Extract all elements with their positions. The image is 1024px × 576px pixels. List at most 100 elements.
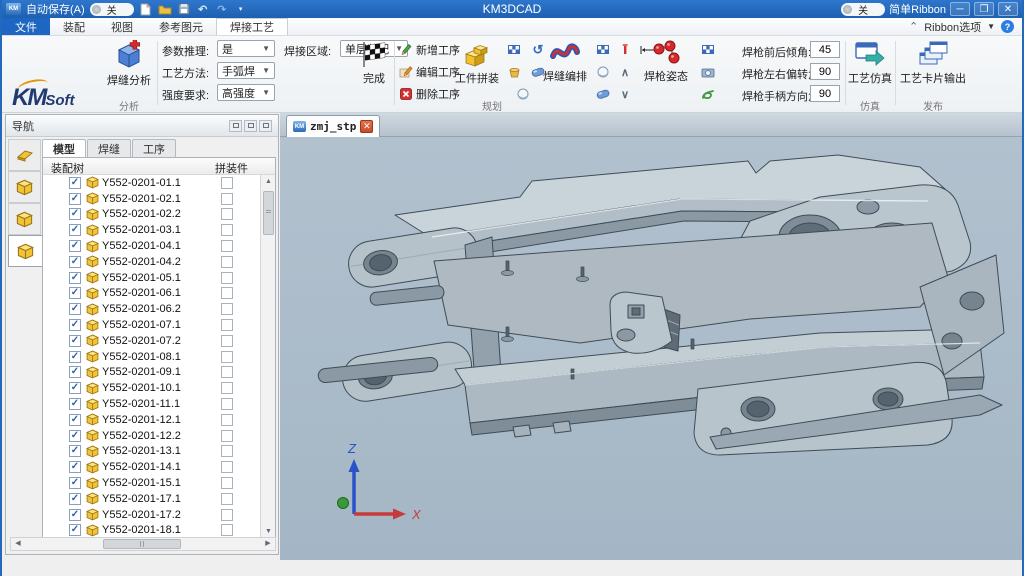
model-visible-checkbox[interactable]: ✓ (69, 366, 81, 378)
assembly-part-checkbox[interactable] (221, 256, 233, 268)
model-visible-checkbox[interactable]: ✓ (69, 256, 81, 268)
close-button[interactable]: ✕ (998, 2, 1018, 16)
tree-row[interactable]: ✓ Y552-0201-15.1 (43, 475, 261, 491)
assembly-part-checkbox[interactable] (221, 430, 233, 442)
model-visible-checkbox[interactable]: ✓ (69, 477, 81, 489)
assembly-part-checkbox[interactable] (221, 445, 233, 457)
assembly-part-checkbox[interactable] (221, 366, 233, 378)
scroll-right-icon[interactable]: ▶ (261, 538, 275, 550)
assembly-part-checkbox[interactable] (221, 493, 233, 505)
assembly-part-checkbox[interactable] (221, 524, 233, 536)
part-label[interactable]: Y552-0201-14.1 (102, 461, 181, 473)
red-pin-button[interactable] (616, 41, 634, 59)
torch-pose-button[interactable]: 焊枪姿态 (640, 40, 692, 84)
model-visible-checkbox[interactable]: ✓ (69, 351, 81, 363)
tree-row[interactable]: ✓Y552-0201-06.2 (43, 301, 261, 317)
model-visible-checkbox[interactable]: ✓ (69, 193, 81, 205)
close-document-icon[interactable]: ✕ (360, 120, 373, 133)
strip-cube-button[interactable] (8, 203, 41, 235)
model-visible-checkbox[interactable]: ✓ (69, 240, 81, 252)
scroll-left-icon[interactable]: ◀ (11, 538, 25, 550)
model-visible-checkbox[interactable]: ✓ (69, 509, 81, 521)
part-label[interactable]: Y552-0201-09.1 (102, 366, 181, 378)
horizontal-scroll-thumb[interactable] (103, 539, 181, 549)
chevron-down-icon[interactable]: ▼ (987, 22, 995, 31)
quick-access-more-icon[interactable]: ▾ (234, 3, 248, 16)
sphere-button[interactable] (594, 63, 612, 81)
tab-view[interactable]: 视图 (98, 18, 146, 35)
part-label[interactable]: Y552-0201-06.2 (102, 303, 181, 315)
mini-flag-button[interactable] (699, 41, 717, 59)
part-label[interactable]: Y552-0201-18.1 (102, 524, 181, 536)
tree-row[interactable]: ✓ Y552-0201-01.1 (43, 175, 261, 191)
scroll-up-icon[interactable]: ▲ (261, 175, 276, 189)
part-label[interactable]: Y552-0201-05.1 (102, 272, 181, 284)
horizontal-scrollbar[interactable]: ◀ ▶ (10, 537, 276, 551)
part-label[interactable]: Y552-0201-02.2 (102, 208, 181, 220)
tab-assembly[interactable]: 装配 (50, 18, 98, 35)
assembly-part-checkbox[interactable] (221, 272, 233, 284)
vertical-scrollbar[interactable]: ▲ ▼ (260, 175, 275, 538)
tab-reference[interactable]: 参考图元 (146, 18, 216, 35)
redo-icon[interactable]: ↷ (215, 3, 229, 16)
model-visible-checkbox[interactable]: ✓ (69, 461, 81, 473)
tree-row[interactable]: ✓Y552-0201-04.1 (43, 238, 261, 254)
assembly-part-checkbox[interactable] (221, 335, 233, 347)
assembly-part-checkbox[interactable] (221, 398, 233, 410)
assembly-part-checkbox[interactable] (221, 240, 233, 252)
tree-row[interactable]: ✓Y552-0201-11.1 (43, 396, 261, 412)
finish-button[interactable]: 完成 (357, 40, 391, 86)
model-visible-checkbox[interactable]: ✓ (69, 287, 81, 299)
model-visible-checkbox[interactable]: ✓ (69, 524, 81, 536)
part-label[interactable]: Y552-0201-15.1 (102, 477, 181, 489)
part-label[interactable]: Y552-0201-17.1 (102, 493, 181, 505)
document-tab[interactable]: KM zmj_stp ✕ (286, 115, 380, 137)
seam-arrange-button[interactable]: 焊缝编排 (539, 40, 591, 84)
assembly-part-checkbox[interactable] (221, 461, 233, 473)
camera-view-button[interactable] (699, 63, 717, 81)
param-method-select[interactable]: 手弧焊▼ (217, 62, 275, 79)
maximize-button[interactable]: ❐ (974, 2, 994, 16)
undo-icon[interactable]: ↶ (196, 3, 210, 16)
torch-yaw-input[interactable] (810, 63, 840, 80)
model-visible-checkbox[interactable]: ✓ (69, 319, 81, 331)
tab-welding-process[interactable]: 焊接工艺 (216, 18, 288, 35)
model-visible-checkbox[interactable]: ✓ (69, 177, 81, 189)
part-label[interactable]: Y552-0201-12.2 (102, 430, 181, 442)
tab-process[interactable]: 工序 (132, 139, 176, 157)
tree-row[interactable]: ✓Y552-0201-07.1 (43, 317, 261, 333)
assembly-part-checkbox[interactable] (221, 414, 233, 426)
pot-button[interactable] (505, 63, 523, 81)
assembly-part-checkbox[interactable] (221, 208, 233, 220)
strip-wedge-button[interactable] (8, 139, 41, 171)
part-assembly-button[interactable]: 工件拼装 (450, 40, 504, 86)
spring-button[interactable] (699, 85, 717, 103)
part-label[interactable]: Y552-0201-10.1 (102, 382, 181, 394)
assembly-part-checkbox[interactable] (221, 319, 233, 331)
tree-row[interactable]: ✓Y552-0201-04.2 (43, 254, 261, 270)
model-visible-checkbox[interactable]: ✓ (69, 335, 81, 347)
tree-row[interactable]: ✓Y552-0201-06.1 (43, 286, 261, 302)
tab-file[interactable]: 文件 (2, 18, 50, 35)
autosave-toggle[interactable]: 关 (90, 3, 134, 16)
assembly-part-checkbox[interactable] (221, 177, 233, 189)
model-visible-checkbox[interactable]: ✓ (69, 224, 81, 236)
tree-row[interactable]: ✓Y552-0201-05.1 (43, 270, 261, 286)
tree-row[interactable]: ✓Y552-0201-17.1 (43, 491, 261, 507)
assembly-part-checkbox[interactable] (221, 224, 233, 236)
mini-flag-button[interactable] (505, 41, 523, 59)
mini-flag-button[interactable] (594, 41, 612, 59)
tree-row[interactable]: ✓Y552-0201-02.2 (43, 207, 261, 223)
tab-model[interactable]: 模型 (42, 139, 86, 157)
model-visible-checkbox[interactable]: ✓ (69, 382, 81, 394)
part-label[interactable]: Y552-0201-03.1 (102, 224, 181, 236)
tree-row[interactable]: ✓ Y552-0201-09.1 (43, 365, 261, 381)
assembly-part-checkbox[interactable] (221, 303, 233, 315)
part-label[interactable]: Y552-0201-01.1 (102, 177, 181, 189)
strip-cube-button-selected[interactable] (8, 235, 43, 267)
assembly-part-checkbox[interactable] (221, 509, 233, 521)
move-down-button[interactable]: ∨ (616, 85, 634, 103)
weld-analysis-button[interactable]: 焊缝分析 (105, 40, 153, 88)
3d-viewport[interactable]: Z X (280, 137, 1024, 560)
panel-close-button[interactable] (259, 120, 272, 132)
